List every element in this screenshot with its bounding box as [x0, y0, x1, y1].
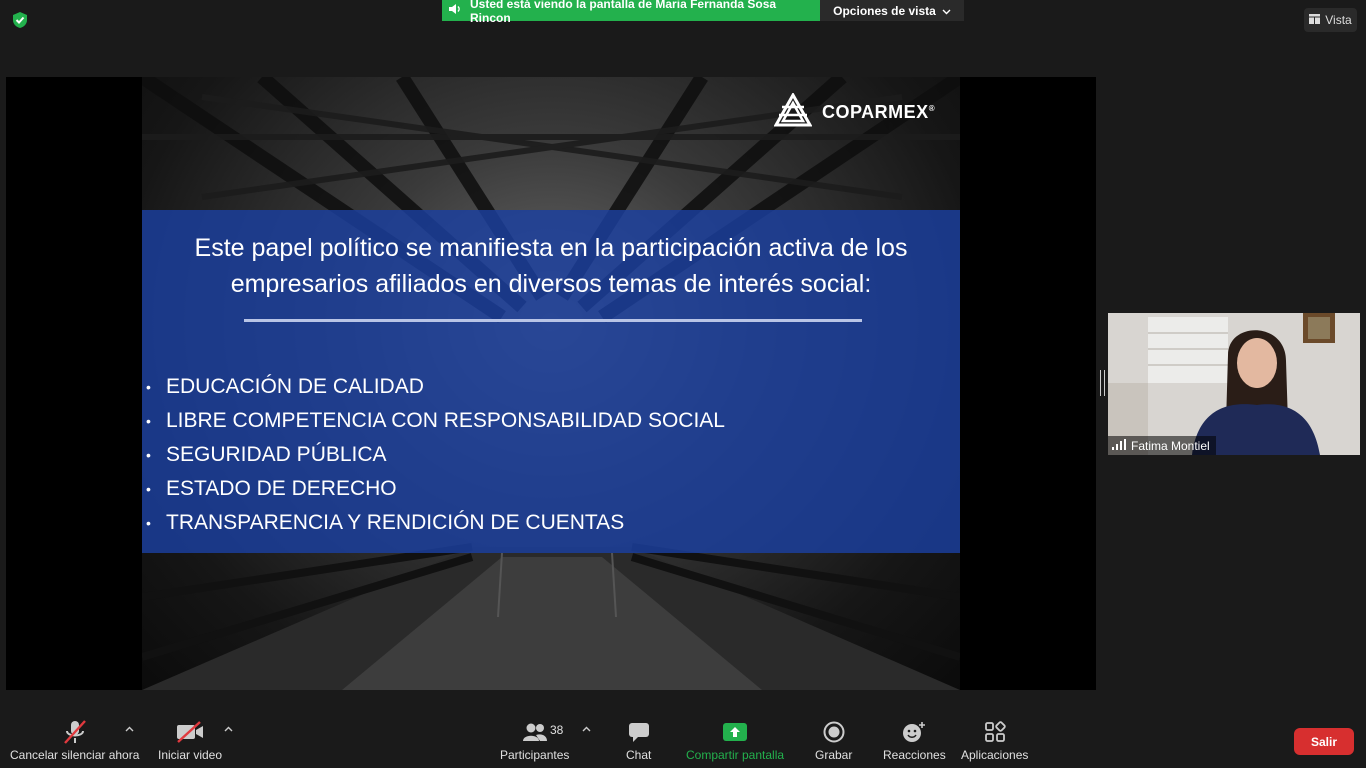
list-item-text: SEGURIDAD PÚBLICA [166, 443, 387, 466]
participants-count: 38 [550, 723, 564, 737]
record-button[interactable]: Grabar [815, 718, 852, 766]
title-divider [244, 319, 862, 322]
chat-label: Chat [626, 748, 652, 762]
participants-icon [522, 718, 548, 746]
emoji-reaction-icon [902, 718, 926, 746]
video-options-caret[interactable] [224, 724, 233, 735]
mute-label: Cancelar silenciar ahora [10, 748, 140, 762]
list-item: • TRANSPARENCIA Y RENDICIÓN DE CUENTAS [142, 506, 960, 540]
slide-title-line: Este papel político se manifiesta en la … [194, 234, 908, 262]
coparmex-logo: COPARMEX® [773, 91, 936, 132]
bullet: • [146, 447, 151, 463]
video-camera-off-icon [176, 718, 204, 746]
view-options-label: Opciones de vista [833, 3, 936, 18]
bullet: • [146, 413, 151, 429]
chat-bubble-icon [627, 718, 651, 746]
participant-video-feed [1108, 313, 1360, 455]
chevron-down-icon [942, 4, 951, 18]
bullet: • [146, 481, 151, 497]
slide-title-line: empresarios afiliados en diversos temas … [230, 270, 872, 298]
list-item-text: ESTADO DE DERECHO [166, 477, 397, 500]
sharing-notice-text: Usted está viendo la pantalla de Maria F… [470, 0, 777, 25]
speaker-icon [448, 3, 462, 18]
slide-content-panel: Este papel político se manifiesta en la … [142, 210, 960, 553]
view-button[interactable]: Vista [1304, 8, 1357, 32]
share-screen-label: Compartir pantalla [686, 748, 785, 762]
participant-video-tile[interactable]: Fatima Montiel [1108, 313, 1360, 455]
shared-screen: COPARMEX® Este papel político se manifie… [6, 77, 1096, 690]
registered-mark: ® [928, 103, 936, 113]
start-video-label: Iniciar video [158, 748, 223, 762]
apps-button[interactable]: Aplicaciones [961, 718, 1028, 766]
audio-options-caret[interactable] [125, 724, 134, 735]
microphone-muted-icon [63, 718, 87, 746]
grid-view-icon [1309, 13, 1321, 27]
list-item-text: LIBRE COMPETENCIA CON RESPONSABILIDAD SO… [166, 409, 725, 432]
participant-name-label: Fatima Montiel [1108, 436, 1216, 455]
mute-button[interactable]: Cancelar silenciar ahora [10, 718, 139, 766]
view-options-button[interactable]: Opciones de vista [820, 0, 964, 21]
reactions-label: Reacciones [883, 748, 946, 762]
apps-label: Aplicaciones [961, 748, 1029, 762]
view-label: Vista [1325, 13, 1352, 27]
participant-name: Fatima Montiel [1131, 438, 1210, 453]
list-item: • LIBRE COMPETENCIA CON RESPONSABILIDAD S… [142, 404, 960, 438]
list-item: • ESTADO DE DERECHO [142, 472, 960, 506]
slide-title: Este papel político se manifiesta en la … [142, 230, 960, 302]
start-video-button[interactable]: Iniciar video [158, 718, 222, 766]
sharing-notice-banner: Usted está viendo la pantalla de Maria F… [442, 0, 820, 25]
list-item: • EDUCACIÓN DE CALIDAD [142, 370, 960, 404]
signal-strength-icon [1112, 438, 1126, 453]
coparmex-logo-icon [773, 91, 813, 132]
reactions-button[interactable]: Reacciones [883, 718, 946, 766]
participants-label: Participantes [500, 748, 570, 762]
bullet: • [146, 379, 151, 395]
apps-icon [984, 718, 1006, 746]
leave-button[interactable]: Salir [1294, 728, 1354, 755]
panel-resize-handle[interactable] [1100, 370, 1105, 396]
topics-list: • EDUCACIÓN DE CALIDAD • LIBRE COMPETENCIA… [142, 370, 960, 540]
record-label: Grabar [815, 748, 853, 762]
presentation-slide: COPARMEX® Este papel político se manifie… [142, 77, 960, 690]
security-shield-icon[interactable] [10, 10, 30, 30]
list-item-text: TRANSPARENCIA Y RENDICIÓN DE CUENTAS [166, 511, 625, 534]
record-icon [823, 718, 845, 746]
participants-options-caret[interactable] [582, 724, 591, 735]
list-item: • SEGURIDAD PÚBLICA [142, 438, 960, 472]
chat-button[interactable]: Chat [626, 718, 651, 766]
bullet: • [146, 515, 151, 531]
list-item-text: EDUCACIÓN DE CALIDAD [166, 375, 424, 398]
coparmex-logo-text: COPARMEX [822, 101, 929, 122]
share-screen-button[interactable]: Compartir pantalla [686, 718, 784, 766]
share-screen-icon [722, 718, 748, 746]
